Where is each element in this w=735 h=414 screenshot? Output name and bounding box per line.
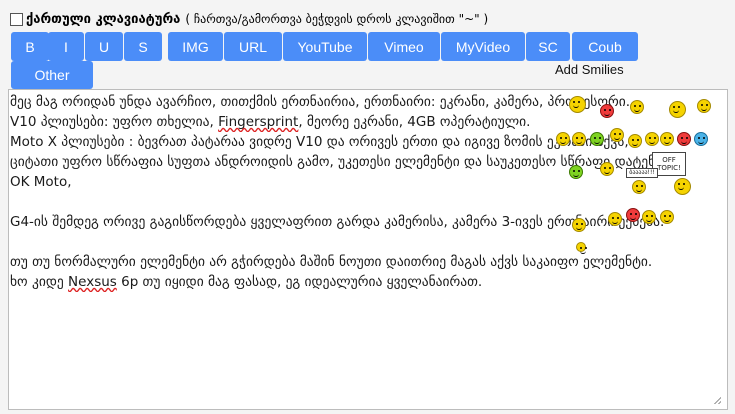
coub-button[interactable]: Coub	[572, 32, 638, 61]
smiley-icon[interactable]	[677, 132, 691, 146]
smiley-icon[interactable]	[556, 132, 570, 146]
smiley-icon[interactable]	[674, 178, 691, 195]
georgian-keyboard-checkbox[interactable]	[10, 12, 23, 26]
text-line: თუ თუ ნორმალური ელემენტი არ გჭირდება მაშ…	[10, 254, 653, 270]
smiley-icon[interactable]	[645, 132, 659, 146]
resize-grip-icon[interactable]	[713, 396, 721, 404]
smiley-icon[interactable]	[660, 210, 674, 224]
smiley-icon[interactable]	[572, 132, 586, 146]
smiley-icon[interactable]	[569, 165, 583, 179]
text-line: OK Moto,	[10, 174, 72, 190]
smiley-icon[interactable]	[660, 132, 674, 146]
misspelled-word: Fingersprint	[218, 114, 299, 130]
img-button[interactable]: IMG	[168, 32, 223, 61]
other-button[interactable]: Other	[11, 61, 93, 89]
smiley-icon[interactable]	[626, 208, 640, 222]
georgian-keyboard-hint: ( ჩართვა/გამორთვა ბეჭდვის დროს კლავიშით …	[185, 12, 489, 26]
smiley-icon[interactable]	[632, 180, 646, 194]
text-line: ხო კიდე Nexsus 6p თუ იყიდი მაგ ფასად, ეგ…	[10, 274, 483, 290]
smiley-icon[interactable]	[569, 96, 586, 113]
smiley-icon[interactable]	[590, 132, 604, 146]
vimeo-button[interactable]: Vimeo	[368, 32, 440, 61]
smiley-icon[interactable]	[630, 100, 644, 114]
misspelled-word: Nexsus	[68, 274, 117, 290]
georgian-keyboard-label: ქართული კლავიატურა	[26, 11, 181, 27]
italic-button[interactable]: I	[48, 32, 84, 61]
myvideo-button[interactable]: MyVideo	[441, 32, 525, 61]
shout-sign-icon[interactable]: ბააააა!!!	[626, 168, 658, 178]
smiley-icon[interactable]	[600, 104, 614, 118]
smiley-icon[interactable]	[576, 242, 586, 254]
smiley-icon[interactable]	[669, 101, 686, 118]
bold-button[interactable]: B	[11, 32, 49, 61]
smiley-icon[interactable]	[572, 218, 586, 232]
smiley-icon[interactable]	[610, 128, 624, 142]
smiley-icon[interactable]	[600, 162, 614, 176]
youtube-button[interactable]: YouTube	[283, 32, 367, 61]
georgian-keyboard-toggle[interactable]: ქართული კლავიატურა ( ჩართვა/გამორთვა ბეჭ…	[10, 9, 488, 29]
strike-button[interactable]: S	[124, 32, 162, 61]
smiley-icon[interactable]	[694, 132, 708, 146]
add-smilies-link[interactable]: Add Smilies	[555, 62, 624, 77]
url-button[interactable]: URL	[224, 32, 282, 61]
smiley-icon[interactable]	[608, 212, 622, 226]
smiley-icon[interactable]	[697, 99, 711, 113]
message-text[interactable]: მეც მაგ ორიდან უნდა ავარჩიო, თითქმის ერთ…	[10, 92, 720, 292]
smiley-icon[interactable]	[642, 210, 656, 224]
underline-button[interactable]: U	[85, 32, 123, 61]
sc-button[interactable]: SC	[526, 32, 570, 61]
smiley-icon[interactable]	[628, 134, 642, 148]
